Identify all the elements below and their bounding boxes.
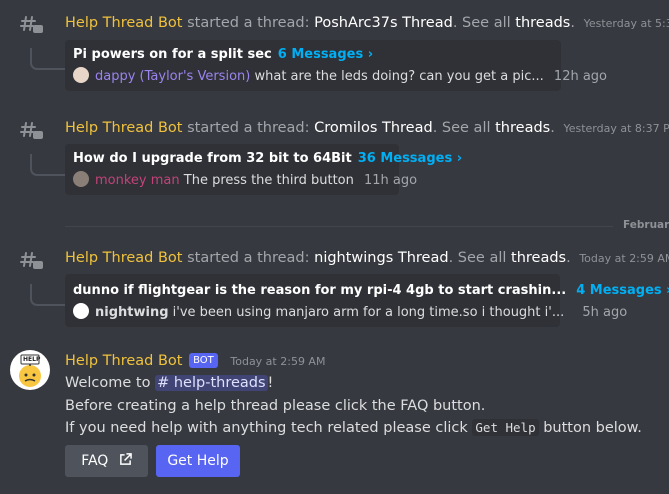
thread-name[interactable]: Cromilos Thread xyxy=(314,120,433,136)
timestamp: Yesterday at 5:31 PM xyxy=(583,17,669,30)
last-reply-username: monkey man xyxy=(95,173,180,188)
thread-connector xyxy=(30,154,66,176)
thread-card-title: Pi powers on for a split sec xyxy=(73,47,272,62)
welcome-prefix: Welcome to xyxy=(65,375,151,391)
channel-mention[interactable]: # help-threads xyxy=(155,375,268,391)
last-reply-text: The press the third button xyxy=(183,173,354,188)
timestamp: Today at 2:59 AM xyxy=(230,355,326,368)
date-divider-label: February xyxy=(623,219,669,231)
bot-author-name[interactable]: Help Thread Bot xyxy=(65,15,182,31)
threads-link[interactable]: threads xyxy=(495,120,550,136)
see-all-label: See all xyxy=(441,120,491,136)
thread-connector xyxy=(30,284,66,306)
thread-start-verb: started a thread: xyxy=(187,250,310,266)
last-reply-username: nightwing xyxy=(95,305,169,320)
thread-name[interactable]: nightwings Thread xyxy=(314,250,448,266)
message-count-link[interactable]: 4 Messages › xyxy=(576,283,669,298)
avatar xyxy=(73,171,89,187)
message-count-link[interactable]: 6 Messages › xyxy=(278,47,373,62)
timestamp: Yesterday at 8:37 PM xyxy=(563,122,669,135)
get-help-button[interactable]: Get Help xyxy=(156,445,240,477)
thread-icon xyxy=(20,122,43,139)
last-reply-text: what are the leds doing? can you get a p… xyxy=(254,69,544,84)
line3-suffix: button below. xyxy=(543,420,642,436)
last-reply-text: i've been using manjaro arm for a long t… xyxy=(172,305,565,320)
get-help-button-label: Get Help xyxy=(167,453,229,469)
line3-prefix: If you need help with anything tech rela… xyxy=(65,420,468,436)
see-all-label: See all xyxy=(457,250,507,266)
external-link-icon xyxy=(119,453,132,465)
bot-avatar[interactable]: HELP xyxy=(10,350,50,390)
thread-start-message: Help Thread Bot started a thread: Cromil… xyxy=(65,118,669,139)
message-line-2: Before creating a help thread please cli… xyxy=(65,398,486,414)
bot-badge: BOT xyxy=(189,353,218,368)
threads-link[interactable]: threads xyxy=(511,250,566,266)
bot-author-name[interactable]: Help Thread Bot xyxy=(65,250,182,266)
bot-message-header: Help Thread Bot BOT Today at 2:59 AM xyxy=(65,351,325,372)
message-count-link[interactable]: 36 Messages › xyxy=(358,151,462,166)
thread-icon xyxy=(20,16,43,33)
timestamp: Today at 2:59 AM xyxy=(579,252,669,265)
thread-start-verb: started a thread: xyxy=(187,120,310,136)
thread-card[interactable]: Pi powers on for a split sec 6 Messages ›… xyxy=(65,40,607,91)
date-divider-line xyxy=(65,226,613,227)
bot-author-name[interactable]: Help Thread Bot xyxy=(65,120,182,136)
bot-author-name[interactable]: Help Thread Bot xyxy=(65,353,182,369)
welcome-suffix: ! xyxy=(267,375,274,391)
last-reply-time: 11h ago xyxy=(364,173,418,188)
welcome-line: Welcome to # help-threads! xyxy=(65,373,273,393)
get-help-code: Get Help xyxy=(472,419,539,436)
thread-start-message: Help Thread Bot started a thread: PoshAr… xyxy=(65,13,669,34)
thread-card-title: How do I upgrade from 32 bit to 64Bit xyxy=(73,151,352,166)
avatar xyxy=(73,303,89,319)
avatar-sign-text: HELP xyxy=(23,356,41,363)
thread-connector xyxy=(30,48,66,70)
last-reply-time: 12h ago xyxy=(553,69,608,84)
last-reply-time: 5h ago xyxy=(582,305,628,320)
thread-start-verb: started a thread: xyxy=(187,15,310,31)
faq-button-label: FAQ xyxy=(81,453,109,469)
see-all-label: See all xyxy=(462,15,511,31)
thread-card[interactable]: dunno if flightgear is the reason for my… xyxy=(65,274,669,327)
faq-button[interactable]: FAQ xyxy=(65,445,148,477)
threads-link[interactable]: threads xyxy=(515,15,570,31)
thread-name[interactable]: PoshArc37s Thread xyxy=(314,15,453,31)
avatar xyxy=(73,67,89,83)
thread-icon xyxy=(20,252,43,269)
last-reply-username: dappy (Taylor's Version) xyxy=(95,69,251,84)
thread-start-message: Help Thread Bot started a thread: nightw… xyxy=(65,248,669,269)
thread-card[interactable]: How do I upgrade from 32 bit to 64Bit 36 … xyxy=(65,144,462,195)
thread-card-title: dunno if flightgear is the reason for my… xyxy=(73,283,567,298)
message-line-3: If you need help with anything tech rela… xyxy=(65,418,642,438)
